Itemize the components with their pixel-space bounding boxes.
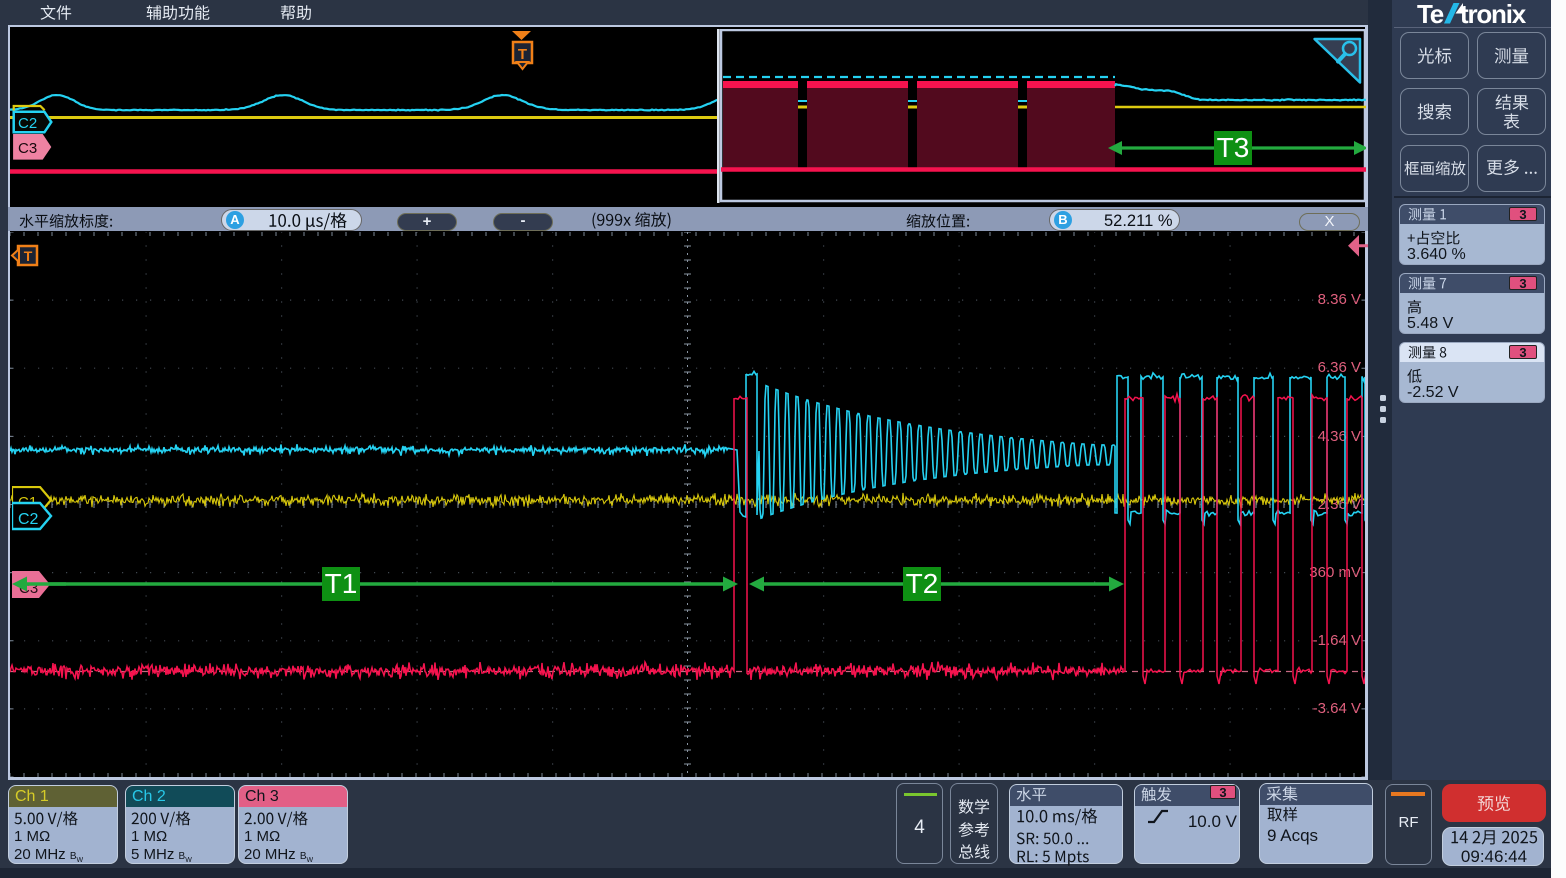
svg-text:C2: C2 [18, 115, 37, 132]
svg-text:tronix: tronix [1460, 0, 1527, 27]
svg-text:T: T [24, 248, 33, 264]
svg-text:T: T [518, 46, 527, 63]
svg-text:Te: Te [1417, 0, 1444, 27]
svg-text:C2: C2 [18, 511, 39, 528]
svg-text:C3: C3 [18, 140, 37, 157]
